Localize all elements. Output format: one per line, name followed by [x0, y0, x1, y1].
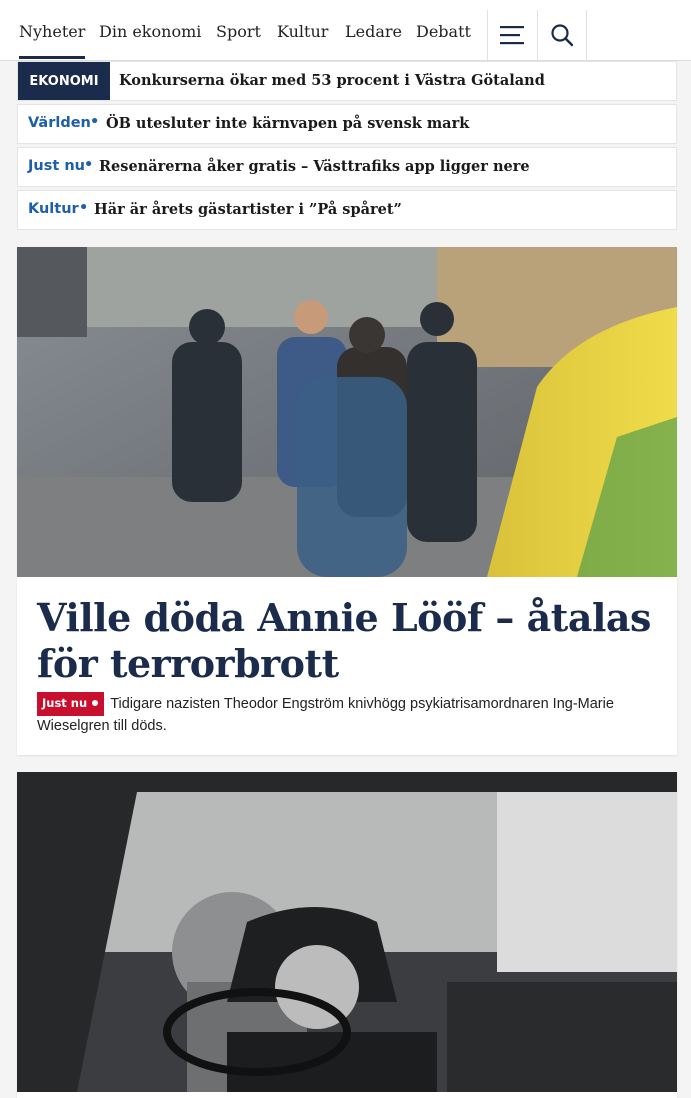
ticker-item-just-nu[interactable]: Just nu • Resenärerna åker gratis – Väst…: [17, 147, 677, 187]
article-lede-text: Tidigare nazisten Theodor Engström knivh…: [37, 696, 614, 734]
live-badge: Just nu: [37, 692, 105, 716]
category-badge: EKONOMI: [18, 62, 110, 100]
ticker-headline[interactable]: Konkurserna ökar med 53 procent i Västra…: [119, 72, 545, 89]
ticker-headline[interactable]: Resenärerna åker gratis – Västtrafiks ap…: [99, 158, 530, 175]
search-icon: [551, 24, 574, 47]
nav-item-sport[interactable]: Sport: [216, 22, 261, 41]
article-card[interactable]: Ville döda Annie Lööf – åtalas för terro…: [17, 247, 677, 755]
live-dot-icon: [92, 700, 99, 706]
ticker-item-ekonomi[interactable]: EKONOMI Konkurserna ökar med 53 procent …: [17, 61, 677, 101]
article-headline[interactable]: Ville döda Annie Lööf – åtalas för terro…: [37, 595, 657, 687]
article-image[interactable]: [17, 247, 677, 577]
nav-item-din-ekonomi[interactable]: Din ekonomi: [99, 22, 201, 41]
ticker-headline[interactable]: Här är årets gästartister i ”På spåret”: [94, 201, 402, 218]
nav-item-ledare[interactable]: Ledare: [345, 22, 402, 41]
article-image[interactable]: [17, 772, 677, 1092]
article-photo-police-escort: [17, 247, 677, 577]
article-lede: Just nu Tidigare nazisten Theodor Engströ…: [37, 692, 662, 737]
ticker-item-varlden[interactable]: Världen • ÖB utesluter inte kärnvapen på…: [17, 104, 677, 144]
nav-divider: [586, 10, 587, 60]
nav-item-nyheter[interactable]: Nyheter: [19, 22, 86, 59]
bullet-separator: •: [79, 200, 89, 216]
ticker-item-kultur[interactable]: Kultur • Här är årets gästartister i ”På…: [17, 190, 677, 230]
ticker-category: Kultur: [28, 201, 79, 217]
ticker-category: Just nu: [28, 158, 85, 174]
article-card[interactable]: [17, 772, 677, 1098]
bullet-separator: •: [90, 114, 100, 130]
ticker-headline[interactable]: ÖB utesluter inte kärnvapen på svensk ma…: [106, 115, 469, 132]
menu-button[interactable]: [488, 10, 538, 60]
hamburger-menu-icon: [500, 26, 524, 45]
live-badge-label: Just nu: [42, 696, 88, 710]
nav-item-kultur[interactable]: Kultur: [277, 22, 328, 41]
nav-item-debatt[interactable]: Debatt: [416, 22, 471, 41]
main-navigation: Nyheter Din ekonomi Sport Kultur Ledare …: [0, 10, 691, 61]
ticker-category: Världen: [28, 115, 91, 131]
bullet-separator: •: [84, 157, 94, 173]
article-photo-car-interior: [17, 772, 677, 1092]
article-text-area: Ville döda Annie Lööf – åtalas för terro…: [17, 577, 677, 755]
search-button[interactable]: [537, 10, 587, 60]
